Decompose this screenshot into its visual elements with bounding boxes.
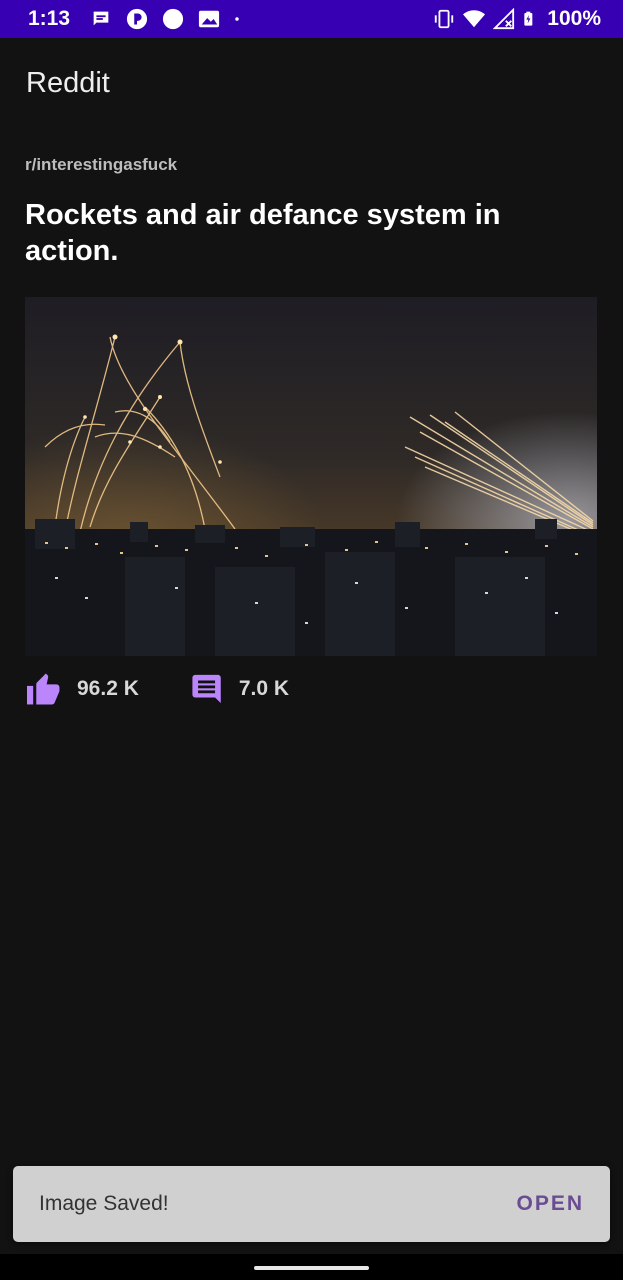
- p-app-icon: [126, 8, 148, 30]
- vibrate-icon: [435, 9, 454, 29]
- status-bar: 1:13 100%: [0, 0, 623, 38]
- wifi-icon: [463, 10, 486, 28]
- post-title: Rockets and air defance system in action…: [25, 199, 501, 267]
- like-count: 96.2 K: [77, 677, 139, 700]
- snackbar-message: Image Saved!: [39, 1192, 169, 1215]
- app-bar: Reddit: [0, 38, 623, 130]
- thumb-up-icon[interactable]: [25, 672, 63, 706]
- subreddit-name[interactable]: r/interestingasfuck: [25, 155, 597, 177]
- no-signal-icon: [493, 8, 515, 30]
- message-icon: [93, 11, 109, 26]
- navigation-bar: [0, 1254, 623, 1280]
- circle-icon: [162, 8, 184, 30]
- status-time: 1:13: [28, 7, 71, 30]
- notification-icons: [90, 8, 246, 30]
- comment-stat[interactable]: 7.0 K: [191, 672, 289, 706]
- like-stat[interactable]: 96.2 K: [25, 672, 139, 706]
- post-stats: 96.2 K 7.0 K: [25, 672, 597, 706]
- home-gesture-handle[interactable]: [254, 1266, 369, 1270]
- snackbar: Image Saved! OPEN: [13, 1166, 610, 1242]
- system-icons: 100%: [433, 7, 601, 31]
- comment-count: 7.0 K: [238, 677, 290, 700]
- comment-icon[interactable]: [191, 672, 225, 706]
- post-image[interactable]: [25, 297, 597, 656]
- battery-charging-icon: [524, 11, 533, 26]
- snackbar-open-button[interactable]: OPEN: [516, 1192, 584, 1216]
- battery-percent: 100%: [547, 7, 601, 30]
- post-card: r/interestingasfuck Rockets and air defa…: [25, 130, 597, 706]
- image-icon: [198, 10, 220, 28]
- app-title: Reddit: [26, 66, 110, 99]
- dot-icon: [235, 17, 239, 21]
